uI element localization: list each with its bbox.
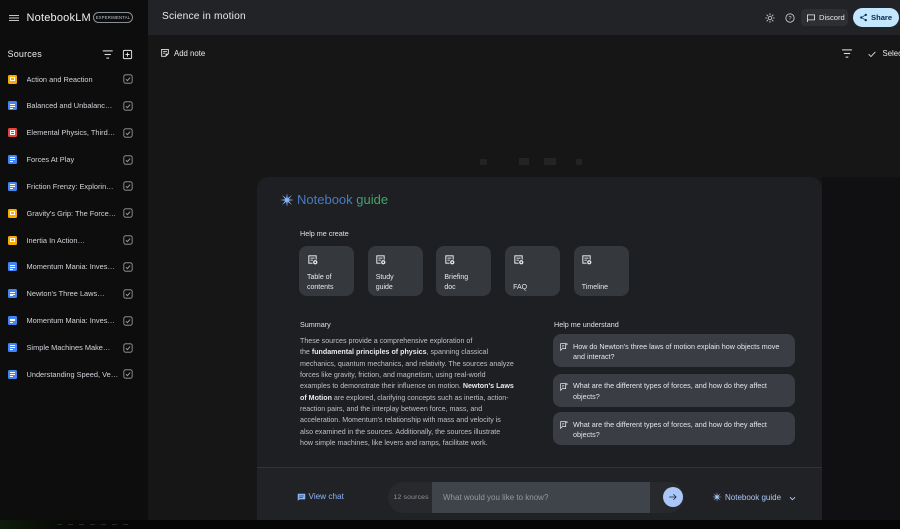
svg-text:?: ? [788, 16, 792, 22]
